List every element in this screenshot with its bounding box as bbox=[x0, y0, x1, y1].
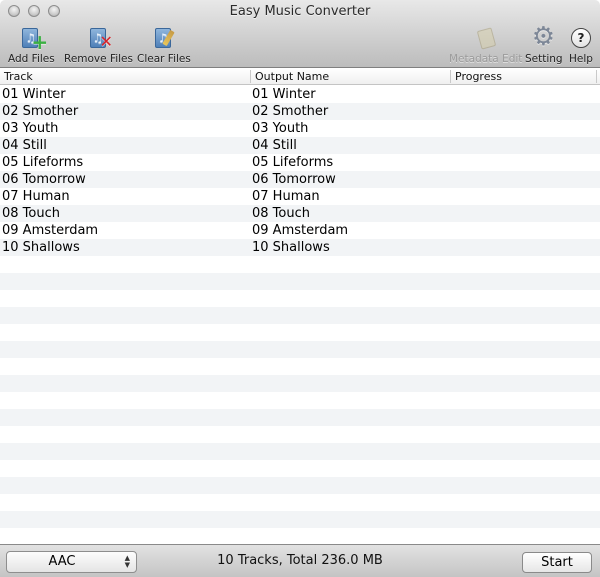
output-name-cell: 06 Tomorrow bbox=[252, 172, 336, 187]
empty-row bbox=[0, 273, 600, 290]
clear-files-label: Clear Files bbox=[137, 53, 191, 65]
add-files-button[interactable]: + Add Files bbox=[8, 26, 55, 65]
output-format-value: AAC bbox=[48, 554, 76, 569]
gear-icon: ⚙ bbox=[531, 22, 556, 52]
output-format-select[interactable]: AAC ▲ ▼ bbox=[6, 551, 137, 573]
output-name-cell: 04 Still bbox=[252, 138, 297, 153]
tag-icon bbox=[473, 26, 499, 52]
column-header-progress[interactable]: Progress bbox=[451, 70, 502, 84]
track-cell: 05 Lifeforms bbox=[2, 155, 84, 170]
track-cell: 01 Winter bbox=[2, 87, 66, 102]
track-cell: 08 Touch bbox=[2, 206, 60, 221]
table-row[interactable]: 10 Shallows 10 Shallows bbox=[0, 239, 600, 256]
empty-row bbox=[0, 494, 600, 511]
table-row[interactable]: 08 Touch 08 Touch bbox=[0, 205, 600, 222]
table-row[interactable]: 05 Lifeforms 05 Lifeforms bbox=[0, 154, 600, 171]
clear-files-icon bbox=[151, 26, 177, 52]
metadata-edit-button[interactable]: Metadata Edit bbox=[449, 26, 522, 65]
help-icon: ? bbox=[568, 26, 594, 52]
table-row[interactable]: 03 Youth 03 Youth bbox=[0, 120, 600, 137]
track-cell: 07 Human bbox=[2, 189, 70, 204]
track-cell: 02 Smother bbox=[2, 104, 79, 119]
track-cell: 03 Youth bbox=[2, 121, 59, 136]
output-name-cell: 05 Lifeforms bbox=[252, 155, 334, 170]
empty-row bbox=[0, 511, 600, 528]
empty-row bbox=[0, 307, 600, 324]
remove-files-icon: ✕ bbox=[86, 26, 113, 52]
column-divider[interactable] bbox=[596, 70, 597, 83]
empty-row bbox=[0, 375, 600, 392]
column-header-output-name[interactable]: Output Name bbox=[251, 70, 329, 84]
add-files-label: Add Files bbox=[8, 53, 55, 65]
footer-bar: AAC ▲ ▼ 10 Tracks, Total 236.0 MB Start bbox=[0, 544, 600, 577]
clear-files-button[interactable]: Clear Files bbox=[137, 26, 191, 65]
output-name-cell: 10 Shallows bbox=[252, 240, 330, 255]
help-label: Help bbox=[569, 53, 593, 65]
empty-row bbox=[0, 358, 600, 375]
track-list[interactable]: 01 Winter 01 Winter 02 Smother 02 Smother 03… bbox=[0, 86, 600, 544]
setting-button[interactable]: ⚙ Setting bbox=[525, 22, 563, 65]
column-header-track[interactable]: Track bbox=[0, 70, 33, 84]
help-button[interactable]: ? Help bbox=[568, 26, 594, 65]
empty-row bbox=[0, 409, 600, 426]
empty-row bbox=[0, 460, 600, 477]
output-name-cell: 08 Touch bbox=[252, 206, 310, 221]
remove-files-button[interactable]: ✕ Remove Files bbox=[64, 26, 133, 65]
output-name-cell: 01 Winter bbox=[252, 87, 316, 102]
empty-row bbox=[0, 426, 600, 443]
empty-row bbox=[0, 477, 600, 494]
start-button[interactable]: Start bbox=[522, 552, 592, 573]
empty-row bbox=[0, 290, 600, 307]
track-cell: 10 Shallows bbox=[2, 240, 80, 255]
stepper-arrows-icon: ▲ ▼ bbox=[124, 554, 130, 569]
table-header: Track Output Name Progress bbox=[0, 69, 600, 85]
track-cell: 09 Amsterdam bbox=[2, 223, 99, 238]
empty-row bbox=[0, 341, 600, 358]
empty-row bbox=[0, 443, 600, 460]
table-row[interactable]: 01 Winter 01 Winter bbox=[0, 86, 600, 103]
empty-row bbox=[0, 256, 600, 273]
track-cell: 06 Tomorrow bbox=[2, 172, 86, 187]
empty-row bbox=[0, 392, 600, 409]
output-name-cell: 02 Smother bbox=[252, 104, 329, 119]
title-bar: Easy Music Converter + Add Files ✕ Remov… bbox=[0, 0, 600, 68]
add-files-icon: + bbox=[18, 26, 48, 52]
empty-row bbox=[0, 528, 600, 544]
metadata-edit-label: Metadata Edit bbox=[449, 53, 523, 65]
table-row[interactable]: 09 Amsterdam 09 Amsterdam bbox=[0, 222, 600, 239]
table-row[interactable]: 06 Tomorrow 06 Tomorrow bbox=[0, 171, 600, 188]
output-name-cell: 03 Youth bbox=[252, 121, 309, 136]
table-row[interactable]: 07 Human 07 Human bbox=[0, 188, 600, 205]
track-cell: 04 Still bbox=[2, 138, 47, 153]
window-title: Easy Music Converter bbox=[229, 4, 371, 19]
output-name-cell: 09 Amsterdam bbox=[252, 223, 349, 238]
setting-label: Setting bbox=[525, 53, 563, 65]
table-row[interactable]: 04 Still 04 Still bbox=[0, 137, 600, 154]
table-row[interactable]: 02 Smother 02 Smother bbox=[0, 103, 600, 120]
empty-row bbox=[0, 324, 600, 341]
output-name-cell: 07 Human bbox=[252, 189, 320, 204]
remove-files-label: Remove Files bbox=[64, 53, 133, 65]
